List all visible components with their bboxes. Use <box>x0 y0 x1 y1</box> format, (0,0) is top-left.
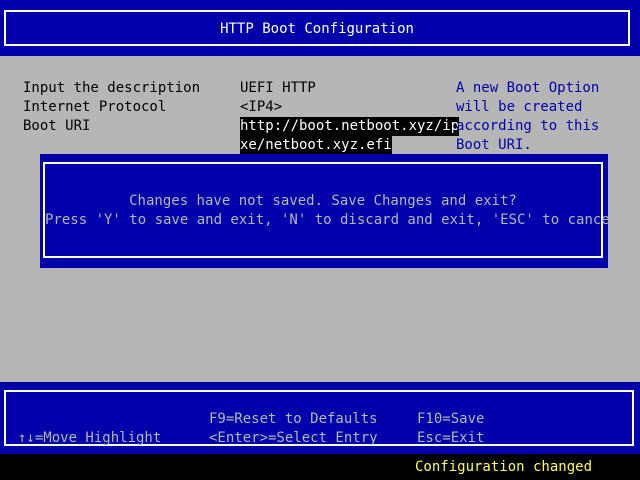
exit-hint: Esc=Exit <box>417 430 485 446</box>
save-changes-dialog[interactable]: Changes have not saved. Save Changes and… <box>40 154 627 268</box>
description-label: Input the description <box>23 80 201 96</box>
boot-uri-field-line1[interactable]: http://boot.netboot.xyz/ip <box>240 117 460 136</box>
dialog-instructions: Press 'Y' to save and exit, 'N' to disca… <box>45 212 627 228</box>
dialog-message: Changes have not saved. Save Changes and… <box>129 193 517 209</box>
reset-defaults-hint: F9=Reset to Defaults <box>209 411 378 427</box>
help-text-line1: A new Boot Option <box>456 80 600 96</box>
help-text-line4: Boot URI. <box>456 137 532 153</box>
boot-uri-label: Boot URI <box>23 118 91 134</box>
protocol-select[interactable]: <IP4> <box>240 98 282 117</box>
status-bar: Configuration changed <box>0 454 640 480</box>
protocol-label: Internet Protocol <box>23 99 167 115</box>
key-help-frame: ↑↓=Move Highlight F9=Reset to Defaults <… <box>4 390 634 446</box>
help-text-line3: according to this <box>456 118 600 134</box>
key-help-bar: ↑↓=Move Highlight F9=Reset to Defaults <… <box>0 382 640 454</box>
boot-uri-field-line2[interactable]: xe/netboot.xyz.efi <box>240 136 392 155</box>
move-highlight-hint: ↑↓=Move Highlight <box>18 430 162 446</box>
save-hint: F10=Save <box>417 411 485 427</box>
status-message: Configuration changed <box>415 459 593 475</box>
page-title: HTTP Boot Configuration <box>220 21 414 37</box>
description-field[interactable]: UEFI HTTP <box>240 79 316 98</box>
title-frame: HTTP Boot Configuration <box>4 10 630 46</box>
dialog-frame: Changes have not saved. Save Changes and… <box>43 162 627 258</box>
select-entry-hint: <Enter>=Select Entry <box>209 430 378 446</box>
help-text-line2: will be created <box>456 99 583 115</box>
title-bar: HTTP Boot Configuration <box>0 0 640 56</box>
